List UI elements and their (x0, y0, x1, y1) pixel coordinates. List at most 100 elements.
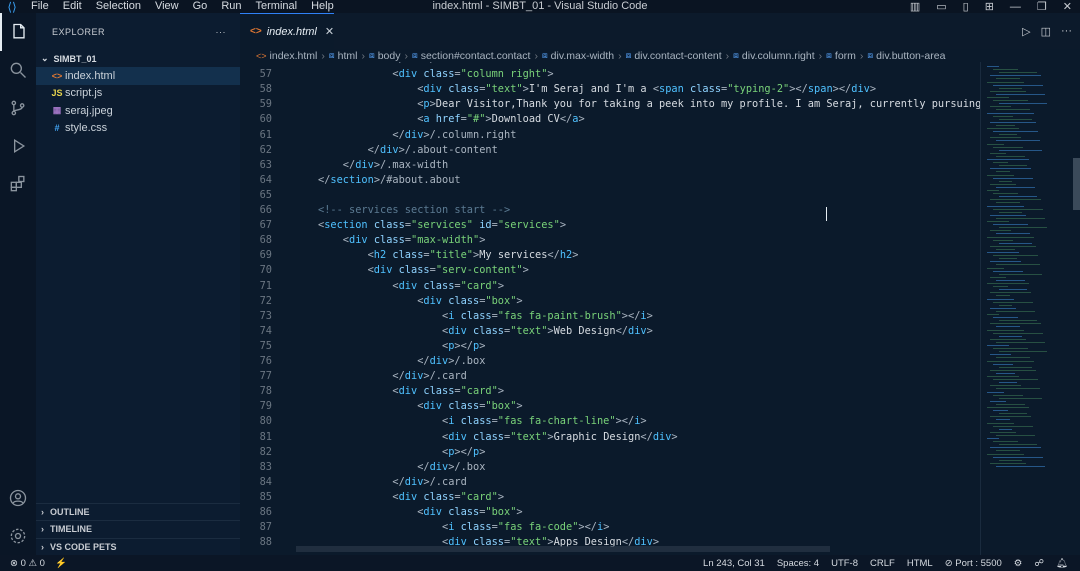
panel-toggle-icon[interactable]: ▭ (928, 0, 954, 13)
indentation[interactable]: Spaces: 4 (777, 558, 819, 569)
layout-toggle-icon[interactable]: ▥ (902, 0, 928, 13)
settings-gear-icon[interactable] (0, 517, 36, 555)
minimize-button[interactable]: — (1002, 1, 1029, 13)
breadcrumb-item[interactable]: div.contact-content (634, 50, 721, 62)
minimap-line (996, 109, 1030, 111)
line-number: 85 (259, 490, 272, 503)
extensions-icon[interactable] (0, 165, 36, 203)
source-control-icon[interactable] (0, 89, 36, 127)
code-line[interactable]: 68 <div class="max-width"> (240, 233, 980, 248)
breadcrumb-item[interactable]: section#contact.contact (421, 50, 531, 62)
vertical-scrollbar[interactable] (1073, 158, 1080, 210)
problems-status[interactable]: ⊗ 0 ⚠ 0 (10, 558, 45, 569)
breadcrumb-item[interactable]: form (835, 50, 856, 62)
minimap[interactable] (980, 62, 1080, 555)
minimap-line (987, 267, 1004, 269)
code-line[interactable]: 63 </div>/.max-width (240, 158, 980, 173)
code-line[interactable]: 69 <h2 class="title">My services</h2> (240, 248, 980, 263)
live-server-port[interactable]: ⊘ Port : 5500 (945, 558, 1002, 569)
code-line[interactable]: 66 <!-- services section start --> (240, 203, 980, 218)
code-line[interactable]: 83 </div>/.box (240, 460, 980, 475)
split-editor-icon[interactable]: ◫ (1041, 25, 1051, 38)
element-icon: ⧈ (541, 50, 548, 60)
code-line[interactable]: 64 </section>/#about.about (240, 173, 980, 188)
restore-button[interactable]: ❐ (1029, 0, 1055, 13)
cursor-position[interactable]: Ln 243, Col 31 (703, 558, 765, 569)
code-line[interactable]: 67 <section class="services" id="services… (240, 218, 980, 233)
code-line[interactable]: 86 <div class="box"> (240, 505, 980, 520)
code-line[interactable]: 59 <p>Dear Visitor,Thank you for taking … (240, 97, 980, 112)
horizontal-scrollbar[interactable] (296, 546, 830, 552)
menu-item-file[interactable]: File (24, 0, 56, 13)
code-line[interactable]: 82 <p></p> (240, 445, 980, 460)
line-content: </section>/#about.about (318, 173, 461, 186)
code-line[interactable]: 73 <i class="fas fa-paint-brush"></i> (240, 309, 980, 324)
code-line[interactable]: 79 <div class="box"> (240, 399, 980, 414)
code-line[interactable]: 74 <div class="text">Web Design</div> (240, 324, 980, 339)
code-line[interactable]: 60 <a href="#">Download CV</a> (240, 112, 980, 127)
code-line[interactable]: 85 <div class="card"> (240, 490, 980, 505)
workspace-folder[interactable]: ⌄ SIMBT_01 (36, 50, 240, 67)
code-line[interactable]: 62 </div>/.about-content (240, 143, 980, 158)
code-line[interactable]: 57 <div class="column right"> (240, 67, 980, 82)
breadcrumb-item[interactable]: div.button-area (876, 50, 945, 62)
code-line[interactable]: 81 <div class="text">Graphic Design</div… (240, 430, 980, 445)
more-actions-icon[interactable]: ··· (1061, 25, 1072, 38)
menu-item-view[interactable]: View (148, 0, 186, 13)
breadcrumb-item[interactable]: div.column.right (742, 50, 815, 62)
chevron-right-icon: › (725, 49, 730, 62)
live-share-icon[interactable]: ⚡ (55, 558, 67, 569)
code-line[interactable]: 65 (240, 188, 980, 203)
section-vs-code-pets[interactable]: › VS CODE PETS (36, 537, 240, 556)
code-line[interactable]: 75 <p></p> (240, 339, 980, 354)
section-timeline[interactable]: › TIMELINE (36, 520, 240, 538)
secondary-sidebar-icon[interactable]: ▯ (955, 0, 977, 13)
close-tab-icon[interactable]: ✕ (325, 25, 334, 38)
breadcrumb-item[interactable]: div.max-width (551, 50, 614, 62)
customize-layout-icon[interactable]: ⊞ (977, 0, 1002, 13)
file-item-seraj-jpeg[interactable]: ▦ seraj.jpeg (36, 102, 240, 120)
breadcrumb-item[interactable]: html (338, 50, 358, 62)
run-debug-icon[interactable] (0, 127, 36, 165)
menu-item-edit[interactable]: Edit (56, 0, 89, 13)
menu-item-help[interactable]: Help (304, 0, 341, 13)
menu-item-selection[interactable]: Selection (89, 0, 148, 13)
code-line[interactable]: 84 </div>/.card (240, 475, 980, 490)
accounts-icon[interactable] (0, 479, 36, 517)
more-actions-icon[interactable]: ··· (216, 27, 227, 37)
chevron-right-icon: › (618, 49, 622, 62)
line-content: </div>/.card (318, 475, 467, 488)
menu-item-terminal[interactable]: Terminal (249, 0, 305, 13)
extension-icon[interactable]: ⚙ (1014, 558, 1023, 569)
code-line[interactable]: 76 </div>/.box (240, 354, 980, 369)
file-item-index-html[interactable]: <> index.html (36, 67, 240, 85)
menu-item-run[interactable]: Run (214, 0, 248, 13)
code-line[interactable]: 87 <i class="fas fa-code"></i> (240, 520, 980, 535)
minimap-line (993, 394, 1023, 396)
code-line[interactable]: 80 <i class="fas fa-chart-line"></i> (240, 414, 980, 429)
search-icon[interactable] (0, 51, 36, 89)
line-ending[interactable]: CRLF (870, 558, 895, 569)
code-line[interactable]: 77 </div>/.card (240, 369, 980, 384)
explorer-icon[interactable] (0, 13, 36, 51)
close-window-button[interactable]: ✕ (1055, 0, 1080, 13)
encoding[interactable]: UTF-8 (831, 558, 858, 569)
code-editor[interactable]: 56 </div>/.column.left57 <div class="col… (240, 62, 980, 555)
tab-index-html[interactable]: <> index.html ✕ (240, 13, 334, 49)
code-line[interactable]: 61 </div>/.column.right (240, 128, 980, 143)
code-line[interactable]: 58 <div class="text">I'm Seraj and I'm a… (240, 82, 980, 97)
feedback-icon[interactable]: ☍ (1034, 558, 1044, 569)
language-mode[interactable]: HTML (907, 558, 933, 569)
code-line[interactable]: 70 <div class="serv-content"> (240, 263, 980, 278)
code-line[interactable]: 71 <div class="card"> (240, 279, 980, 294)
run-file-icon[interactable]: ▷ (1022, 25, 1030, 38)
code-line[interactable]: 78 <div class="card"> (240, 384, 980, 399)
notifications-icon[interactable]: 🔔︎ (1056, 558, 1068, 569)
file-item-style-css[interactable]: # style.css (36, 120, 240, 138)
file-item-script-js[interactable]: JS script.js (36, 85, 240, 103)
menu-item-go[interactable]: Go (186, 0, 215, 13)
code-line[interactable]: 72 <div class="box"> (240, 294, 980, 309)
breadcrumb-item[interactable]: index.html (270, 50, 318, 62)
section-outline[interactable]: › OUTLINE (36, 502, 240, 521)
breadcrumb-item[interactable]: body (378, 50, 401, 62)
